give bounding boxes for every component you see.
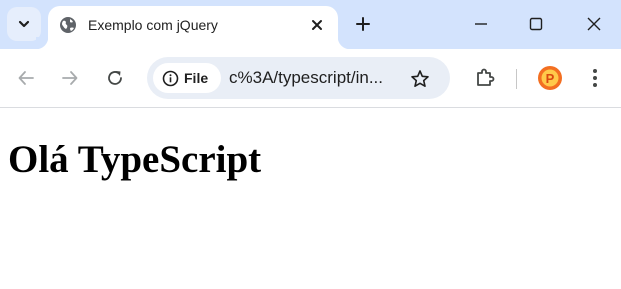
star-icon [411, 70, 429, 87]
page-heading: Olá TypeScript [8, 138, 262, 181]
plus-icon [356, 17, 370, 31]
minimize-button[interactable] [467, 10, 495, 38]
chevron-down-icon [18, 20, 30, 28]
toolbar-divider [516, 69, 517, 89]
info-icon [161, 69, 179, 87]
minimize-icon [475, 23, 487, 25]
forward-arrow-icon [62, 71, 78, 85]
back-button[interactable] [11, 63, 41, 93]
back-arrow-icon [18, 71, 34, 85]
maximize-button[interactable] [522, 10, 550, 38]
close-icon [312, 20, 322, 30]
browser-menu-button[interactable] [582, 64, 608, 92]
profile-avatar[interactable]: P [537, 65, 563, 91]
tab-search-button[interactable] [7, 7, 41, 41]
address-bar[interactable]: File c%3A/typescript/in... [147, 57, 450, 99]
tab-strip: Exemplo com jQuery [0, 0, 621, 49]
window-close-button[interactable] [580, 10, 608, 38]
globe-icon [60, 17, 76, 33]
kebab-menu-icon [593, 69, 597, 87]
new-tab-button[interactable] [350, 11, 376, 37]
close-icon [587, 17, 601, 31]
profile-initial: P [546, 71, 555, 86]
url-text[interactable]: c%3A/typescript/in... [229, 68, 383, 88]
forward-button[interactable] [55, 63, 85, 93]
reload-icon [108, 71, 122, 85]
bookmark-button[interactable] [407, 66, 433, 92]
extensions-button[interactable] [471, 63, 499, 91]
tab-close-button[interactable] [307, 15, 327, 35]
site-info-label: File [184, 70, 209, 86]
active-tab[interactable]: Exemplo com jQuery [36, 6, 350, 49]
site-info-chip[interactable]: File [153, 63, 221, 93]
maximize-icon [529, 17, 543, 31]
puzzle-icon [477, 68, 495, 86]
browser-toolbar: File c%3A/typescript/in... P [0, 49, 621, 108]
page-content: Olá TypeScript [0, 108, 621, 289]
tab-title: Exemplo com jQuery [88, 17, 218, 33]
reload-button[interactable] [100, 63, 130, 93]
